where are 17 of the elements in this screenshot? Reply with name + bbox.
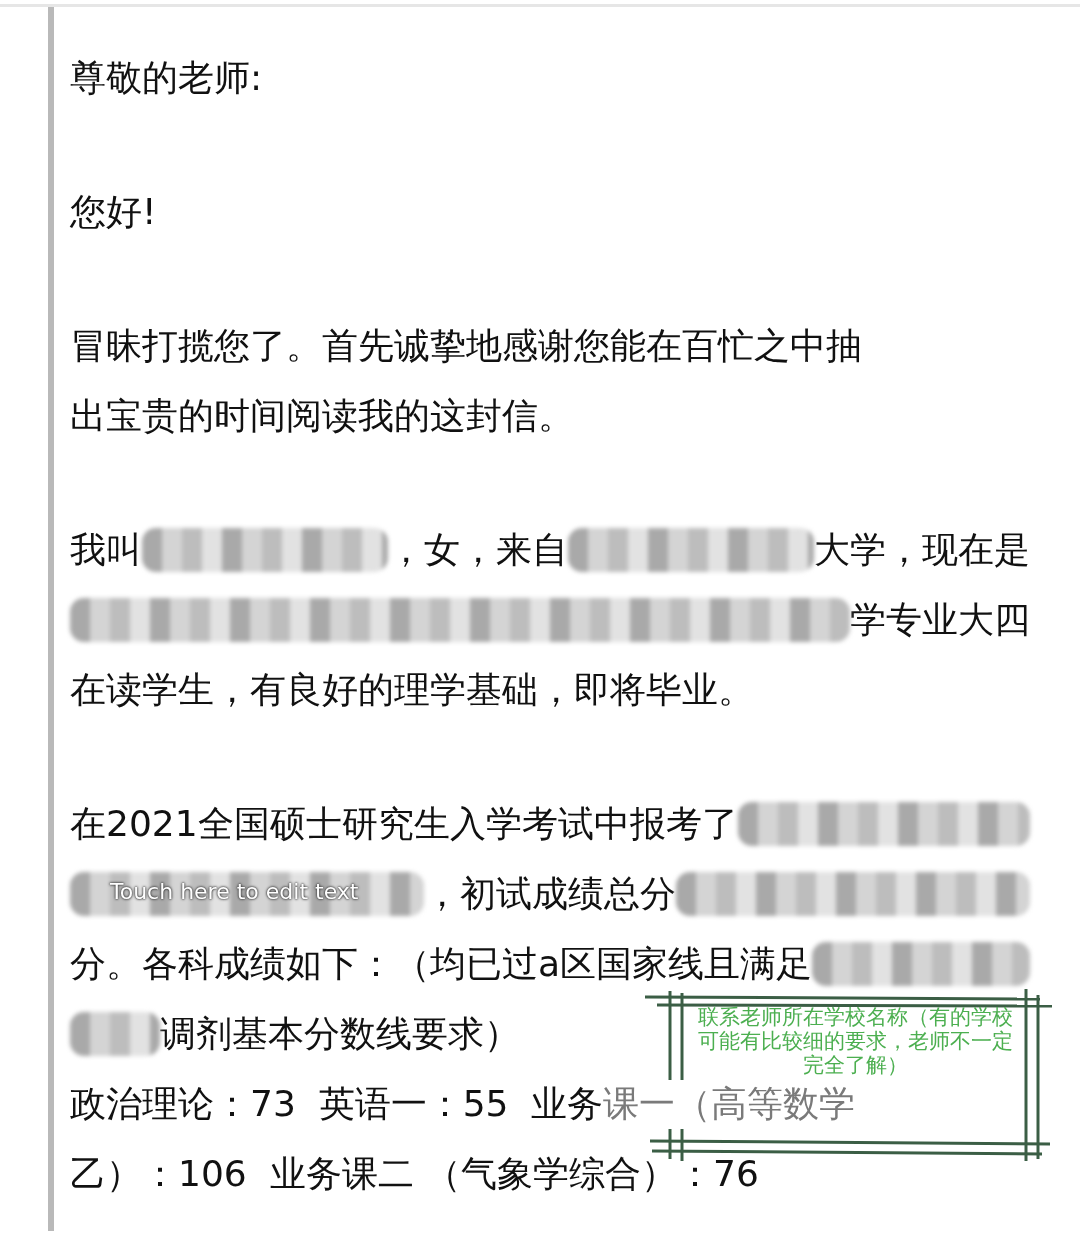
letter-text: 尊敬的老师:: [70, 55, 263, 100]
letter-text: 乙）：106 业务课二 （气象学综合）：76: [70, 1151, 759, 1196]
letter-text: 出宝贵的时间阅读我的这封信。: [70, 393, 574, 438]
letter-text: ，初试成绩总分: [424, 871, 676, 916]
letter-text: ，女，来自: [388, 527, 568, 572]
letter-text: 调剂基本分数线要求）: [160, 1011, 520, 1056]
letter-text: 在2021全国硕士研究生入学考试中报考了: [70, 801, 738, 846]
letter-text: 政治理论：73 英语一：55 业务: [70, 1081, 604, 1126]
letter-text: 大学，现在是: [814, 527, 1030, 572]
letter-text: 我叫: [70, 527, 142, 572]
annotation-note: 联系老师所在学校名称（有的学校可能有比较细的要求，老师不一定完全了解）: [696, 1005, 1014, 1077]
faded-text: 课一（高等数学: [603, 1079, 856, 1129]
letter-text: 学专业大四: [850, 597, 1030, 642]
letter-text: 分。各科成绩如下：（均已过a区国家线且满足: [70, 941, 813, 986]
letter-text: 在读学生，有良好的理学基础，即将毕业。: [70, 667, 754, 712]
letter-text: 您好!: [70, 189, 157, 234]
letter-text: 冒昧打揽您了。首先诚挚地感谢您能在百忙之中抽: [70, 323, 862, 368]
